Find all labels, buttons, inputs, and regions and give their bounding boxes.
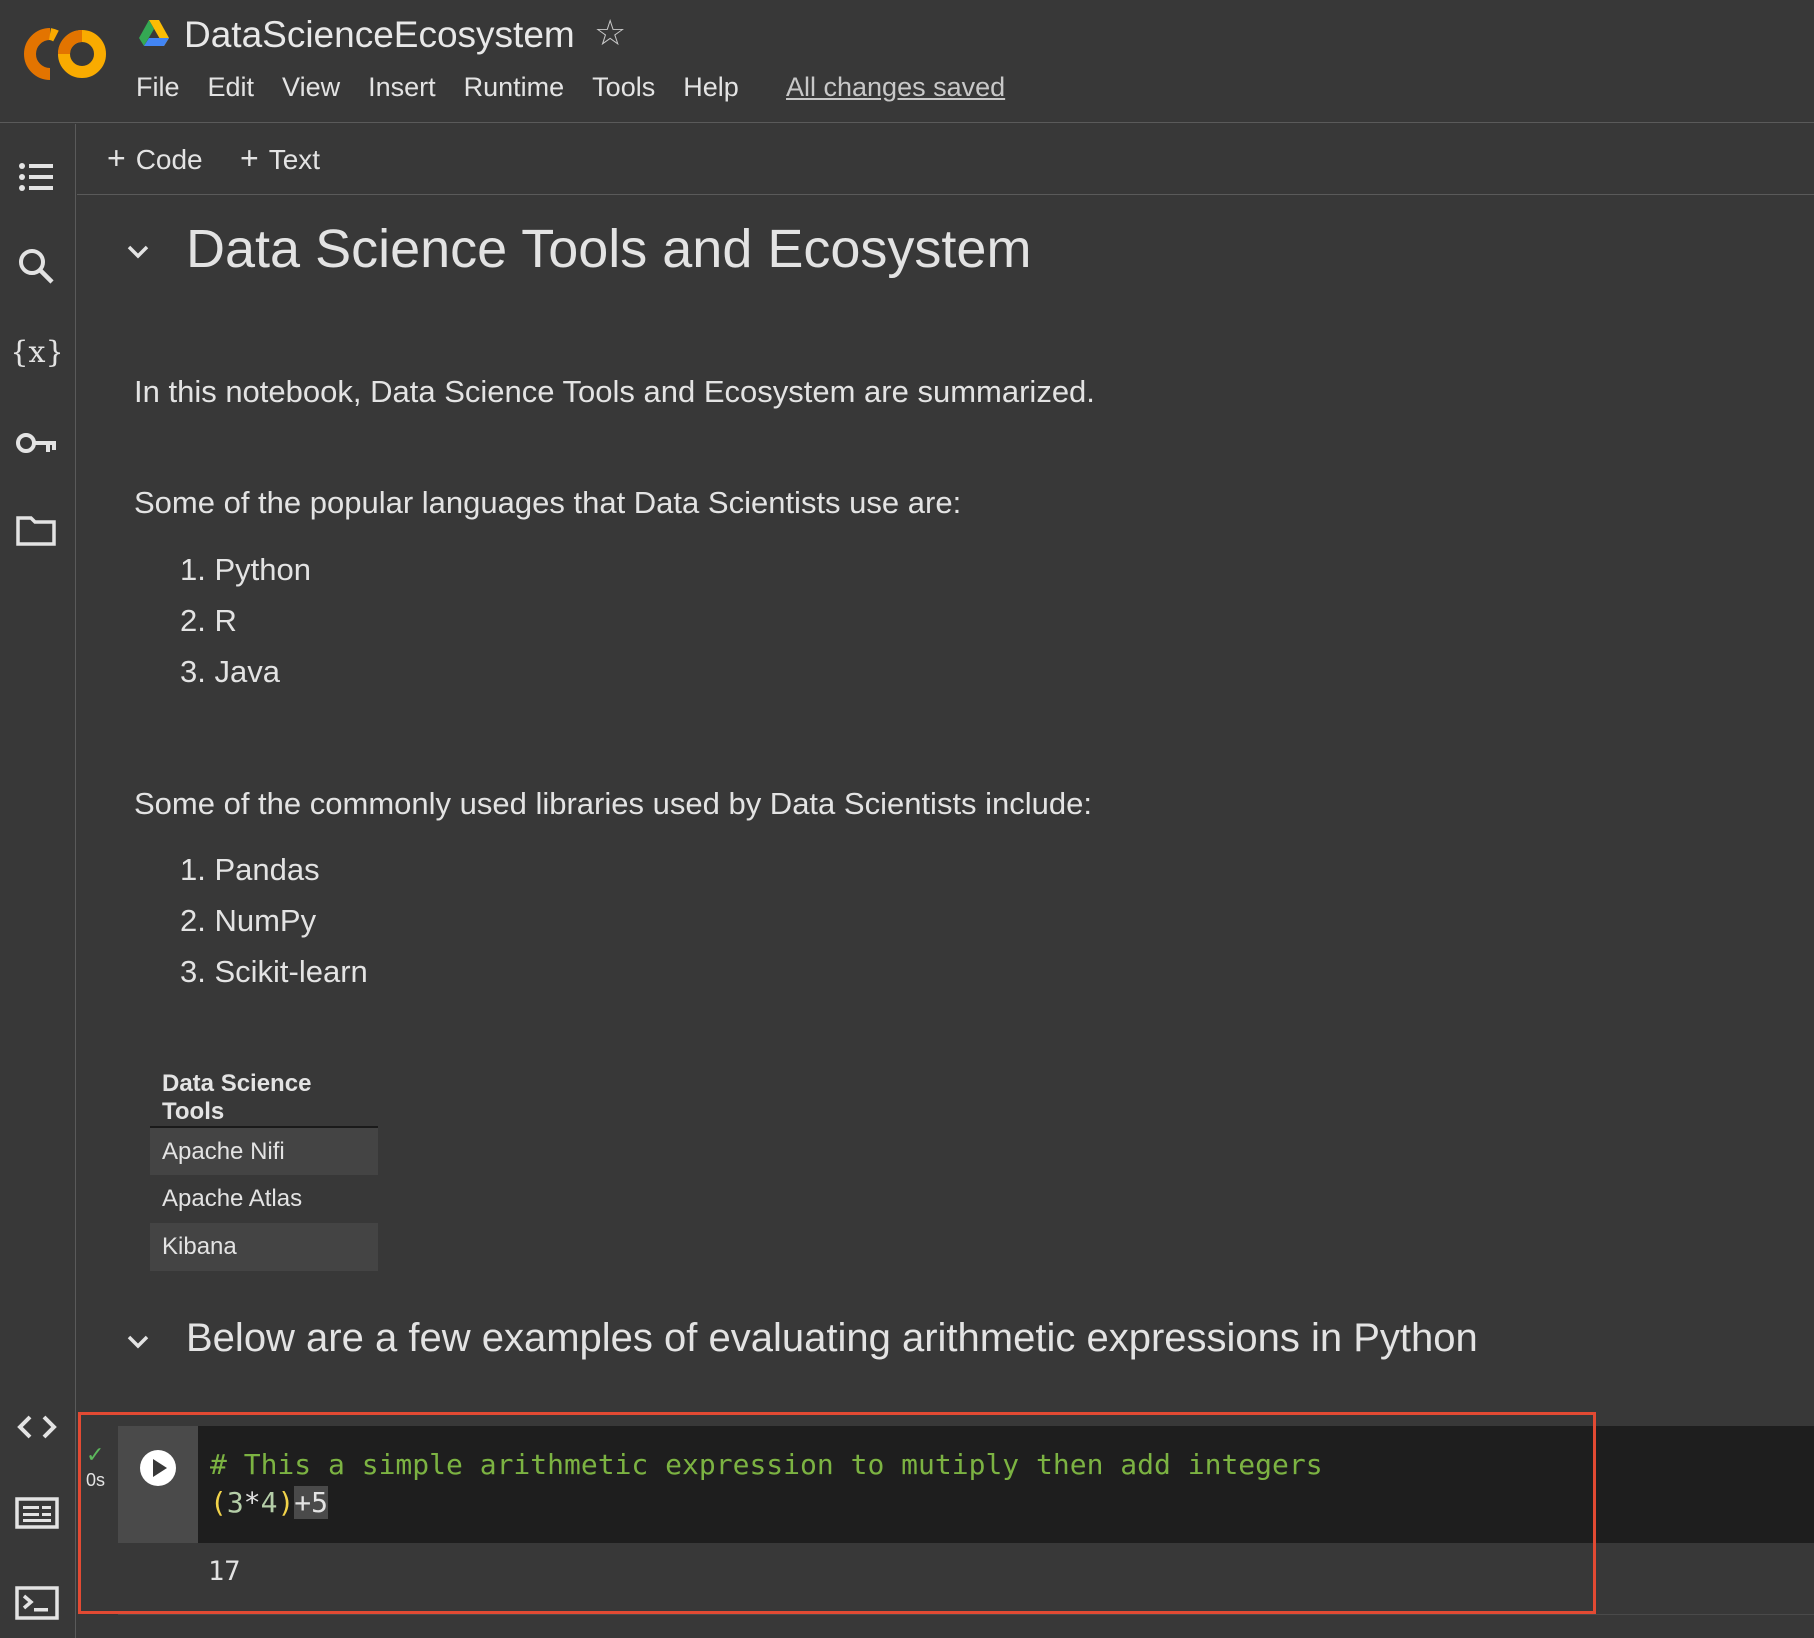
libraries-list: 1. Pandas 2. NumPy 3. Scikit-learn — [180, 852, 368, 1005]
cell-output-area — [118, 1543, 1814, 1615]
add-code-label: Code — [135, 144, 203, 175]
cell-output-text: 17 — [208, 1556, 241, 1587]
svg-text:{x}: {x} — [14, 335, 60, 370]
table-row: Kibana — [150, 1223, 378, 1271]
code-number: 3 — [226, 1486, 244, 1519]
list-item: 2. R — [180, 603, 237, 638]
libraries-intro-text: Some of the commonly used libraries used… — [134, 786, 1093, 821]
menu-file[interactable]: File — [136, 72, 180, 103]
collapse-section-chevron-icon[interactable] — [122, 236, 154, 268]
languages-intro-text: Some of the popular languages that Data … — [134, 485, 962, 520]
folder-icon[interactable] — [14, 508, 60, 554]
table-cell: Apache Nifi — [150, 1127, 378, 1175]
code-paren: ( — [210, 1486, 227, 1519]
menu-runtime[interactable]: Runtime — [464, 72, 565, 103]
section-heading-arithmetic: Below are a few examples of evaluating a… — [186, 1316, 1478, 1360]
colab-logo-icon[interactable] — [20, 24, 110, 84]
add-text-cell-button[interactable]: + Text — [240, 140, 320, 177]
add-text-label: Text — [268, 144, 321, 175]
code-operator: * — [243, 1486, 261, 1519]
code-text[interactable]: # This a simple arithmetic expression to… — [210, 1446, 1323, 1522]
menu-tools[interactable]: Tools — [592, 72, 655, 103]
toc-icon[interactable] — [14, 156, 60, 202]
key-icon[interactable] — [14, 420, 60, 466]
code-comment: # This a simple arithmetic expression to… — [210, 1448, 1323, 1481]
intro-text: In this notebook, Data Science Tools and… — [134, 374, 1095, 409]
notebook-toolbar: + Code + Text — [77, 124, 1814, 195]
left-sidebar: {x} — [0, 124, 76, 1638]
add-code-cell-button[interactable]: + Code — [107, 140, 203, 177]
variables-icon[interactable]: {x} — [14, 330, 60, 376]
code-snippets-icon[interactable] — [14, 1404, 60, 1450]
code-paren: ) — [277, 1486, 295, 1519]
table-row: Apache Nifi — [150, 1127, 378, 1175]
execution-time: 0s — [86, 1470, 106, 1490]
table-row: Apache Atlas — [150, 1175, 378, 1223]
list-item: 1. Python — [180, 552, 311, 587]
command-palette-icon[interactable] — [14, 1490, 60, 1536]
notebook-title[interactable]: DataScienceEcosystem — [184, 14, 575, 56]
list-item: 3. Java — [180, 654, 280, 689]
tools-table: Data Science Tools Apache Nifi Apache At… — [150, 1070, 378, 1271]
code-expression-tail: +5 — [294, 1486, 329, 1519]
google-drive-icon — [139, 20, 169, 46]
list-item: 3. Scikit-learn — [180, 954, 368, 989]
check-icon: ✓ — [86, 1442, 105, 1467]
terminal-icon[interactable] — [14, 1580, 60, 1626]
search-icon[interactable] — [14, 244, 60, 290]
run-cell-button[interactable] — [138, 1448, 178, 1488]
menu-edit[interactable]: Edit — [208, 72, 255, 103]
plus-icon: + — [240, 140, 259, 176]
app-header: DataScienceEcosystem ☆ File Edit View In… — [0, 0, 1814, 123]
star-icon[interactable]: ☆ — [594, 12, 626, 54]
plus-icon: + — [107, 140, 126, 176]
save-status-link[interactable]: All changes saved — [786, 72, 1005, 103]
table-header: Data Science Tools — [150, 1070, 378, 1128]
table-cell: Kibana — [150, 1223, 378, 1271]
list-item: 2. NumPy — [180, 903, 317, 938]
code-number: 4 — [260, 1486, 278, 1519]
menu-bar: File Edit View Insert Runtime Tools Help — [136, 72, 739, 103]
languages-list: 1. Python 2. R 3. Java — [180, 552, 311, 705]
menu-insert[interactable]: Insert — [368, 72, 436, 103]
collapse-section-chevron-icon[interactable] — [122, 1326, 154, 1358]
section-heading-tools: Data Science Tools and Ecosystem — [186, 219, 1032, 279]
menu-help[interactable]: Help — [683, 72, 739, 103]
table-cell: Apache Atlas — [162, 1185, 303, 1212]
list-item: 1. Pandas — [180, 852, 320, 887]
menu-view[interactable]: View — [282, 72, 340, 103]
